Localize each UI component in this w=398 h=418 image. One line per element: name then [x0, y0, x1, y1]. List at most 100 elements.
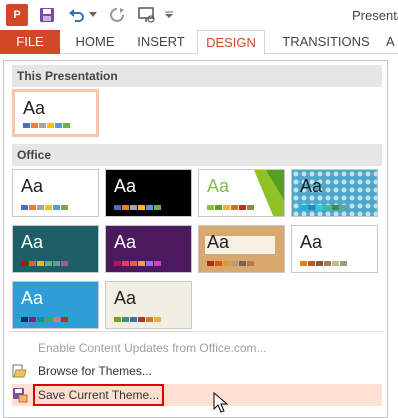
theme-color-swatch [61, 317, 68, 322]
title-bar: P Presentat [0, 0, 398, 30]
theme-thumb-retrospect[interactable]: Aa [291, 225, 378, 273]
theme-thumb-ion[interactable]: Aa [12, 225, 99, 273]
theme-color-swatch [138, 261, 145, 266]
theme-thumb-slice[interactable]: Aa [12, 281, 99, 329]
theme-color-bars [114, 317, 161, 322]
theme-color-swatch [61, 261, 68, 266]
theme-thumb-current[interactable]: Aa [12, 89, 99, 137]
document-title: Presentat [352, 8, 398, 23]
theme-aa-label: Aa [21, 288, 44, 308]
theme-thumb-pattern[interactable]: Aa [291, 169, 378, 217]
mouse-pointer-icon [213, 392, 229, 413]
theme-color-swatch [122, 317, 129, 322]
theme-thumb-facet[interactable]: Aa [198, 169, 285, 217]
tab-file[interactable]: FILE [0, 30, 60, 54]
browse-themes-label: Browse for Themes... [38, 364, 152, 378]
enable-content-updates-label: Enable Content Updates from Office.com..… [38, 341, 267, 355]
customize-toolbar-icon[interactable] [164, 4, 174, 26]
theme-color-swatch [45, 205, 52, 210]
tab-home[interactable]: HOME [70, 30, 120, 54]
tab-animations[interactable]: A [386, 30, 398, 54]
theme-color-swatch [146, 261, 153, 266]
tab-design[interactable]: DESIGN [197, 30, 265, 55]
start-from-beginning-icon[interactable] [136, 4, 158, 26]
theme-color-swatch [308, 261, 315, 266]
theme-color-swatch [247, 261, 254, 266]
theme-color-swatch [154, 317, 161, 322]
theme-color-bars [207, 261, 254, 266]
theme-color-swatch [114, 317, 121, 322]
powerpoint-logo-icon: P [6, 4, 28, 26]
theme-thumb-office-black[interactable]: Aa [105, 169, 192, 217]
theme-color-swatch [340, 261, 347, 266]
section-office: Office [12, 144, 382, 166]
theme-color-swatch [37, 261, 44, 266]
theme-aa-label: Aa [300, 232, 323, 252]
theme-color-swatch [207, 261, 214, 266]
theme-color-swatch [53, 317, 60, 322]
theme-color-swatch [316, 261, 323, 266]
theme-color-swatch [300, 205, 307, 210]
theme-color-swatch [239, 205, 246, 210]
theme-color-swatch [29, 317, 36, 322]
theme-color-swatch [45, 261, 52, 266]
theme-color-swatch [215, 205, 222, 210]
theme-color-swatch [47, 123, 54, 128]
theme-color-swatch [138, 317, 145, 322]
theme-color-swatch [231, 261, 238, 266]
theme-color-swatch [21, 261, 28, 266]
save-icon[interactable] [38, 4, 56, 26]
enable-content-updates-item: Enable Content Updates from Office.com..… [12, 337, 382, 359]
theme-color-swatch [316, 205, 323, 210]
tab-insert[interactable]: INSERT [134, 30, 188, 54]
undo-icon[interactable] [68, 4, 86, 26]
theme-thumb-office[interactable]: Aa [12, 169, 99, 217]
theme-color-bars [300, 261, 347, 266]
theme-color-swatch [63, 123, 70, 128]
theme-color-swatch [308, 205, 315, 210]
theme-aa-label: Aa [21, 232, 44, 252]
theme-color-swatch [130, 317, 137, 322]
theme-color-swatch [39, 123, 46, 128]
theme-thumb-wood-type[interactable]: Aa [198, 225, 285, 273]
theme-aa-label: Aa [23, 98, 46, 118]
theme-color-swatch [332, 261, 339, 266]
browse-themes-item[interactable]: Browse for Themes... [12, 360, 382, 382]
repeat-icon[interactable] [108, 4, 126, 26]
theme-thumb-organic[interactable]: Aa [105, 281, 192, 329]
theme-thumb-ion-boardroom[interactable]: Aa [105, 225, 192, 273]
theme-color-bars [21, 317, 68, 322]
theme-color-swatch [29, 205, 36, 210]
theme-color-swatch [37, 205, 44, 210]
theme-aa-label: Aa [114, 176, 137, 196]
theme-color-swatch [146, 205, 153, 210]
theme-color-swatch [332, 205, 339, 210]
theme-color-swatch [300, 261, 307, 266]
themes-gallery-panel: This Presentation Aa Office Aa Aa Aa Aa … [3, 60, 388, 418]
theme-color-swatch [154, 261, 161, 266]
theme-color-swatch [223, 261, 230, 266]
theme-color-swatch [114, 205, 121, 210]
theme-color-swatch [247, 205, 254, 210]
tab-transitions[interactable]: TRANSITIONS [278, 30, 374, 54]
theme-color-swatch [130, 261, 137, 266]
theme-color-swatch [53, 261, 60, 266]
theme-color-swatch [114, 261, 121, 266]
theme-aa-label: Aa [300, 176, 323, 196]
menu-separator [8, 331, 384, 332]
theme-color-swatch [21, 205, 28, 210]
theme-color-bars [21, 261, 68, 266]
theme-color-swatch [223, 205, 230, 210]
theme-color-swatch [122, 205, 129, 210]
theme-color-swatch [207, 205, 214, 210]
theme-color-swatch [239, 261, 246, 266]
theme-color-swatch [21, 317, 28, 322]
theme-color-swatch [53, 205, 60, 210]
theme-color-swatch [154, 205, 161, 210]
save-theme-icon [12, 387, 28, 403]
theme-color-bars [114, 205, 161, 210]
undo-dropdown-icon[interactable] [88, 4, 98, 26]
theme-color-bars [300, 205, 347, 210]
theme-color-swatch [324, 261, 331, 266]
theme-color-swatch [215, 261, 222, 266]
